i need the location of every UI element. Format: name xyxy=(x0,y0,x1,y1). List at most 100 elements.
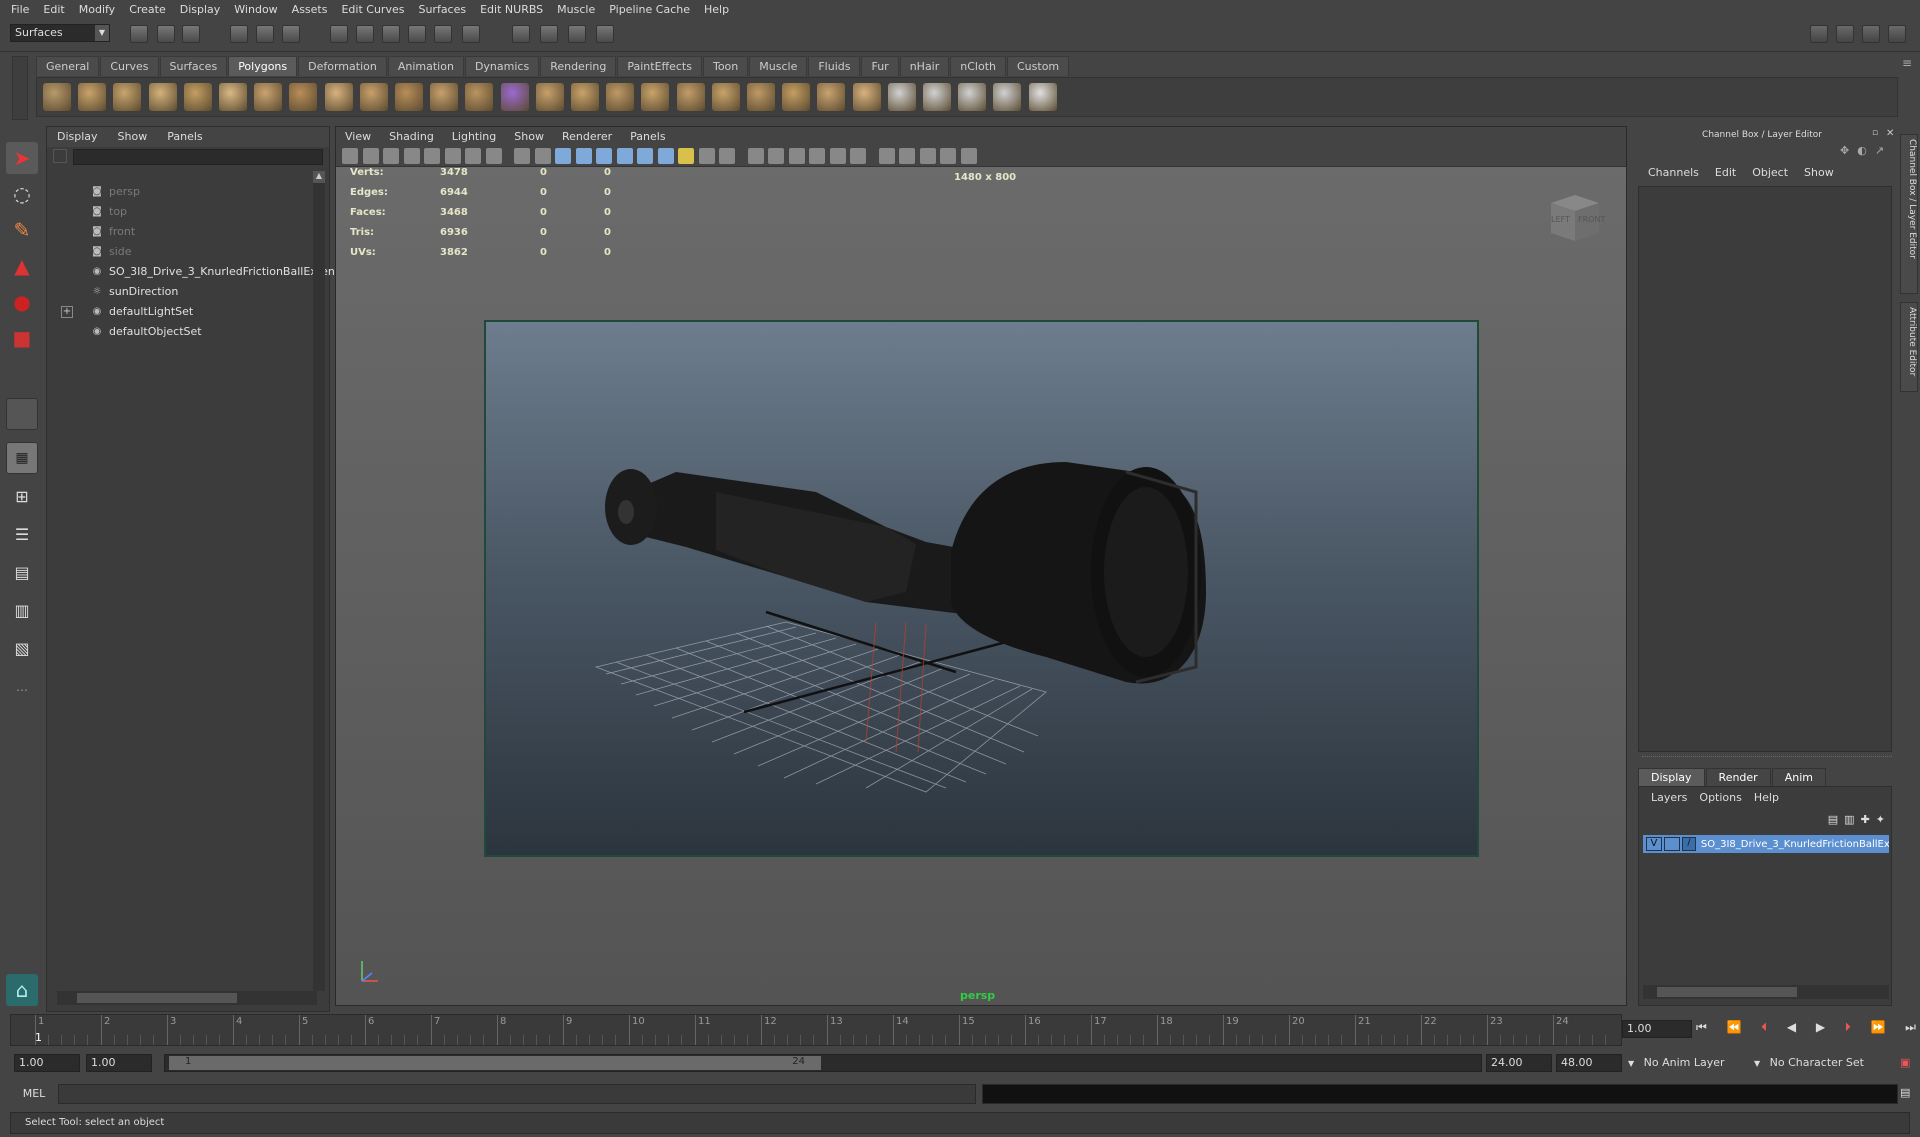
layer-h-scrollbar[interactable] xyxy=(1643,985,1889,999)
status-line-tool-icon[interactable] xyxy=(130,25,148,43)
shelf-tab-fluids[interactable]: Fluids xyxy=(808,56,861,76)
viewport-tool-icon[interactable] xyxy=(657,148,674,164)
insert-loop-icon[interactable] xyxy=(782,83,811,111)
shelf-collapse-icon[interactable]: ≡ xyxy=(1900,56,1914,70)
viewport-menu-renderer[interactable]: Renderer xyxy=(553,130,621,143)
offset-loop-icon[interactable] xyxy=(817,83,846,111)
outliner-layout-icon[interactable]: ☰ xyxy=(6,518,38,550)
layer-color-swatch[interactable]: / xyxy=(1681,837,1696,851)
hypershade-layout-icon[interactable]: ▥ xyxy=(6,594,38,626)
layer-display-type-toggle[interactable] xyxy=(1663,837,1680,851)
layer-visibility-toggle[interactable]: V xyxy=(1646,837,1662,851)
layer-move-down-icon[interactable]: ▥ xyxy=(1844,813,1854,826)
rotate-tool-icon[interactable]: ● xyxy=(6,286,38,318)
speed-icon[interactable]: ◐ xyxy=(1857,144,1867,157)
menu-edit-nurbs[interactable]: Edit NURBS xyxy=(473,3,550,16)
menu-file[interactable]: File xyxy=(4,3,36,16)
outliner-search-input[interactable] xyxy=(73,149,323,165)
viewport-tool-icon[interactable] xyxy=(444,148,461,164)
viewport-tool-icon[interactable] xyxy=(485,148,502,164)
shelf-tab-deformation[interactable]: Deformation xyxy=(298,56,387,76)
split-icon[interactable] xyxy=(747,83,775,111)
status-line-tool-icon[interactable] xyxy=(330,25,348,43)
playback-start-field[interactable]: 1.00 xyxy=(86,1054,152,1072)
manipulator-icon[interactable]: ✥ xyxy=(1840,144,1849,157)
move-tool-icon[interactable]: ▲ xyxy=(6,250,38,282)
shelf-tab-painteffects[interactable]: PaintEffects xyxy=(617,56,702,76)
side-tab-attribute-editor[interactable]: Attribute Editor xyxy=(1900,302,1918,392)
viewport-tool-icon[interactable] xyxy=(698,148,715,164)
separate-icon[interactable] xyxy=(430,83,459,111)
close-icon[interactable]: ✕ xyxy=(1886,128,1898,140)
layer-menu-options[interactable]: Options xyxy=(1693,791,1747,804)
menu-edit[interactable]: Edit xyxy=(36,3,71,16)
outliner-item[interactable]: ◙ top xyxy=(91,203,127,221)
shelf-tab-toon[interactable]: Toon xyxy=(702,56,749,76)
script-editor-icon[interactable]: ▤ xyxy=(1900,1086,1914,1100)
viewport-tool-icon[interactable] xyxy=(465,148,481,164)
outliner-menu-display[interactable]: Display xyxy=(47,127,108,147)
viewport-tool-icon[interactable] xyxy=(616,148,633,164)
step-forward-key-icon[interactable]: ⏩ xyxy=(1870,1020,1885,1040)
hyperbolic-icon[interactable]: ↗ xyxy=(1875,144,1884,157)
layer-menu-help[interactable]: Help xyxy=(1748,791,1785,804)
extract-icon[interactable] xyxy=(465,83,494,111)
scale-tool-icon[interactable]: ■ xyxy=(6,322,38,354)
cylindrical-map-icon[interactable] xyxy=(923,83,951,111)
viewport-tool-icon[interactable] xyxy=(719,148,735,164)
menu-assets[interactable]: Assets xyxy=(285,3,335,16)
status-line-tool-icon[interactable] xyxy=(512,25,530,43)
viewport-tool-icon[interactable] xyxy=(788,148,805,164)
viewport-tool-icon[interactable] xyxy=(362,148,379,164)
end-time-field[interactable]: 48.00 xyxy=(1556,1054,1622,1072)
channel-box-menu-show[interactable]: Show xyxy=(1796,166,1842,179)
viewport-menu-panels[interactable]: Panels xyxy=(621,130,674,143)
command-language-label[interactable]: MEL xyxy=(14,1084,54,1104)
time-slider[interactable]: 1 2 3 4 5 6 7 8 9 10 11 12 13 14 15 16 17 18 19 20 21 22 23 24 … xyxy=(10,1014,1622,1046)
torus-icon[interactable] xyxy=(219,83,247,111)
soccer-ball-icon[interactable] xyxy=(359,83,388,111)
outliner-item[interactable]: ◙ front xyxy=(91,223,135,241)
menu-surfaces[interactable]: Surfaces xyxy=(411,3,473,16)
viewport-tool-icon[interactable] xyxy=(555,148,571,164)
viewport-tool-icon[interactable] xyxy=(678,148,694,164)
status-line-tool-icon[interactable] xyxy=(462,25,480,43)
status-line-tool-icon[interactable] xyxy=(434,25,452,43)
go-to-end-icon[interactable]: ⏭ xyxy=(1905,1020,1916,1040)
sphere-icon[interactable] xyxy=(43,83,71,111)
viewport-tool-icon[interactable] xyxy=(596,148,612,164)
viewport-tool-icon[interactable] xyxy=(829,148,846,164)
viewport-tool-icon[interactable] xyxy=(768,148,784,164)
pyramid-icon[interactable] xyxy=(254,83,283,111)
status-line-tool-icon[interactable] xyxy=(540,25,558,43)
shelf-tab-general[interactable]: General xyxy=(36,56,100,76)
outliner-filter-icon[interactable] xyxy=(53,149,67,163)
viewport-tool-icon[interactable] xyxy=(514,148,530,164)
panel-toggle-icon[interactable] xyxy=(1810,25,1828,43)
shelf-tab-ncloth[interactable]: nCloth xyxy=(950,56,1006,76)
viewport-tool-icon[interactable] xyxy=(575,148,592,164)
menu-help[interactable]: Help xyxy=(697,3,736,16)
status-line-tool-icon[interactable] xyxy=(256,25,274,43)
outliner-item[interactable]: ◙ persp xyxy=(91,183,140,201)
status-line-tool-icon[interactable] xyxy=(182,25,200,43)
current-time-field[interactable]: 1.00 xyxy=(1622,1020,1692,1038)
channel-box-menu-channels[interactable]: Channels xyxy=(1640,166,1707,179)
anim-prefs-icon[interactable]: ▣ xyxy=(1900,1056,1914,1070)
step-back-frame-icon[interactable]: ⏴ xyxy=(1761,1020,1767,1040)
viewport-tool-icon[interactable] xyxy=(424,148,440,164)
outliner-item[interactable]: + ◉ defaultLightSet xyxy=(61,303,193,321)
viewport-tool-icon[interactable] xyxy=(809,148,825,164)
status-line-tool-icon[interactable] xyxy=(157,25,175,43)
single-pane-layout-icon[interactable]: ▦ xyxy=(6,442,38,474)
start-time-field[interactable]: 1.00 xyxy=(14,1054,80,1072)
outliner-h-scrollbar[interactable] xyxy=(57,991,317,1005)
shelf-tab-surfaces[interactable]: Surfaces xyxy=(159,56,228,76)
side-tab-channel-box[interactable]: Channel Box / Layer Editor xyxy=(1900,134,1918,294)
menu-create[interactable]: Create xyxy=(122,3,173,16)
go-to-start-icon[interactable]: ⏮ xyxy=(1696,1020,1707,1040)
scroll-up-icon[interactable]: ▲ xyxy=(313,171,325,183)
lasso-tool-icon[interactable]: ◌ xyxy=(6,178,38,210)
expand-icon[interactable]: + xyxy=(61,306,73,318)
shelf-tab-rendering[interactable]: Rendering xyxy=(540,56,617,76)
